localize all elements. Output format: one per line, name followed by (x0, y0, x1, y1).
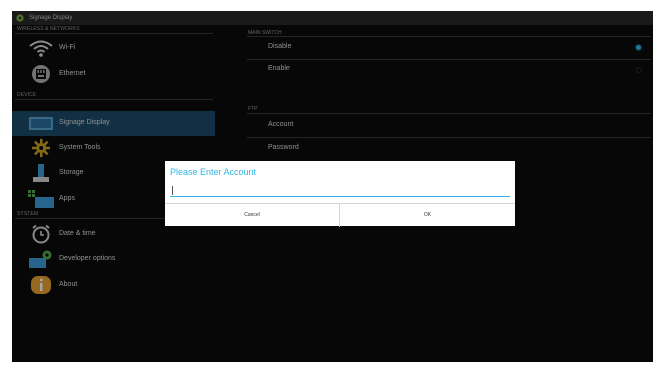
account-input[interactable] (170, 184, 510, 197)
android-settings-screen: Signage Display WIRELESS & NETWORKS Wi-F… (12, 11, 653, 362)
cancel-button[interactable]: Cancel (165, 203, 340, 227)
enter-account-dialog: Please Enter Account Cancel OK (165, 161, 515, 227)
text-caret (172, 186, 173, 195)
dialog-title: Please Enter Account (170, 167, 257, 177)
ok-button[interactable]: OK (340, 203, 515, 227)
